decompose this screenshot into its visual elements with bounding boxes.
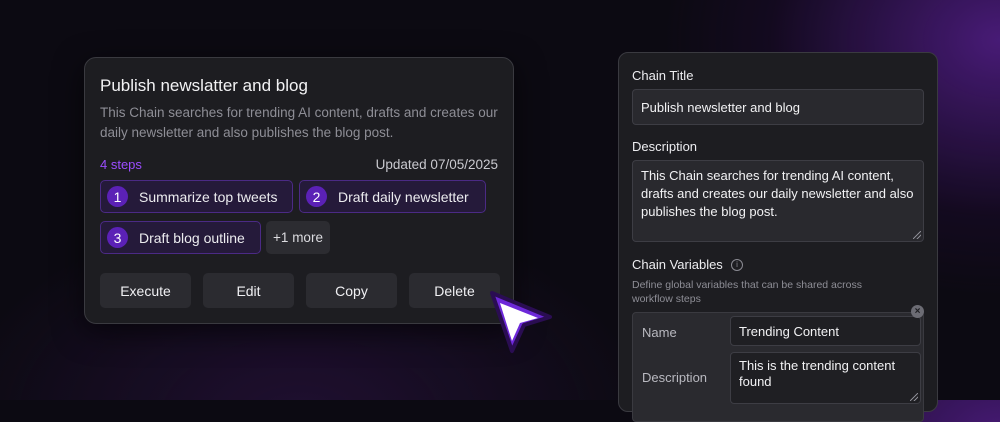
- step-chip-3[interactable]: 3 Draft blog outline: [100, 221, 261, 254]
- variable-name-value: Trending Content: [739, 323, 839, 339]
- info-icon[interactable]: i: [731, 259, 743, 271]
- chain-variables-label: Chain Variables: [632, 257, 723, 272]
- chain-settings-panel: Chain Title Publish newsletter and blog …: [618, 52, 938, 422]
- copy-button[interactable]: Copy: [306, 273, 397, 308]
- steps-count: 4 steps: [100, 157, 142, 172]
- description-label: Description: [632, 139, 698, 154]
- variable-description-label: Description: [642, 370, 708, 385]
- close-icon[interactable]: ×: [911, 305, 924, 318]
- chain-card: Publish newslatter and blog This Chain s…: [84, 57, 514, 324]
- step-chip-2[interactable]: 2 Draft daily newsletter: [299, 180, 486, 213]
- step-label: Draft blog outline: [139, 229, 245, 246]
- step-number: 2: [306, 186, 327, 207]
- variable-name-input[interactable]: Trending Content: [730, 316, 921, 346]
- chain-title-label: Chain Title: [632, 68, 694, 83]
- chain-card-title: Publish newslatter and blog: [100, 76, 308, 95]
- more-steps-chip[interactable]: +1 more: [266, 221, 330, 254]
- variable-row: Name Trending Content Description This i…: [632, 312, 924, 422]
- chain-card-description: This Chain searches for trending AI cont…: [100, 105, 498, 140]
- variable-description-value: This is the trending content found: [739, 358, 896, 389]
- updated-date: Updated 07/05/2025: [375, 157, 498, 172]
- description-textarea[interactable]: This Chain searches for trending AI cont…: [632, 160, 924, 242]
- variable-name-label: Name: [642, 325, 677, 340]
- chain-title-input[interactable]: Publish newsletter and blog: [632, 89, 924, 125]
- edit-button[interactable]: Edit: [203, 273, 294, 308]
- step-chip-1[interactable]: 1 Summarize top tweets: [100, 180, 293, 213]
- chain-variables-help: Define global variables that can be shar…: [632, 279, 862, 305]
- step-number: 3: [107, 227, 128, 248]
- step-label: Summarize top tweets: [139, 188, 278, 205]
- pointer-cursor-icon: [490, 291, 552, 353]
- step-number: 1: [107, 186, 128, 207]
- resize-grip-icon[interactable]: [913, 231, 921, 239]
- execute-button[interactable]: Execute: [100, 273, 191, 308]
- description-value: This Chain searches for trending AI cont…: [641, 168, 914, 219]
- step-label: Draft daily newsletter: [338, 188, 469, 205]
- chain-title-value: Publish newsletter and blog: [641, 99, 800, 115]
- variable-description-textarea[interactable]: This is the trending content found: [730, 352, 921, 404]
